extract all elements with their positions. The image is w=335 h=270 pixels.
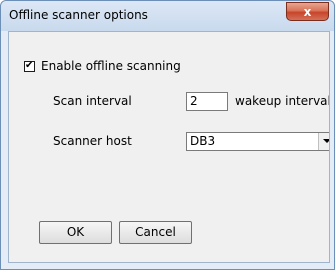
- scan-interval-unit-label: wakeup interval(s): [235, 94, 330, 108]
- close-button[interactable]: x: [286, 2, 329, 21]
- ok-button[interactable]: OK: [39, 221, 112, 244]
- scanner-host-value: DB3: [190, 134, 216, 148]
- scanner-host-select[interactable]: DB3: [186, 132, 329, 151]
- enable-offline-scanning-option[interactable]: ✔ Enable offline scanning: [24, 58, 181, 74]
- enable-offline-scanning-label[interactable]: Enable offline scanning: [41, 59, 181, 73]
- scanner-host-dropdown-button[interactable]: [318, 133, 329, 150]
- enable-offline-scanning-checkbox[interactable]: ✔: [24, 59, 35, 72]
- dialog-client-area: ✔ Enable offline scanning Scan interval …: [8, 31, 330, 263]
- close-icon: x: [303, 4, 312, 19]
- title-bar[interactable]: Offline scanner options x: [1, 1, 334, 31]
- scanner-host-label: Scanner host: [53, 134, 132, 148]
- chevron-down-icon: [323, 139, 329, 143]
- dialog-window: Offline scanner options x ✔ Enable offli…: [0, 0, 335, 270]
- check-icon: ✔: [25, 59, 34, 71]
- cancel-button[interactable]: Cancel: [119, 221, 192, 244]
- scan-interval-label: Scan interval: [53, 94, 132, 108]
- scan-interval-input[interactable]: 2: [186, 92, 228, 111]
- window-title: Offline scanner options: [9, 8, 148, 22]
